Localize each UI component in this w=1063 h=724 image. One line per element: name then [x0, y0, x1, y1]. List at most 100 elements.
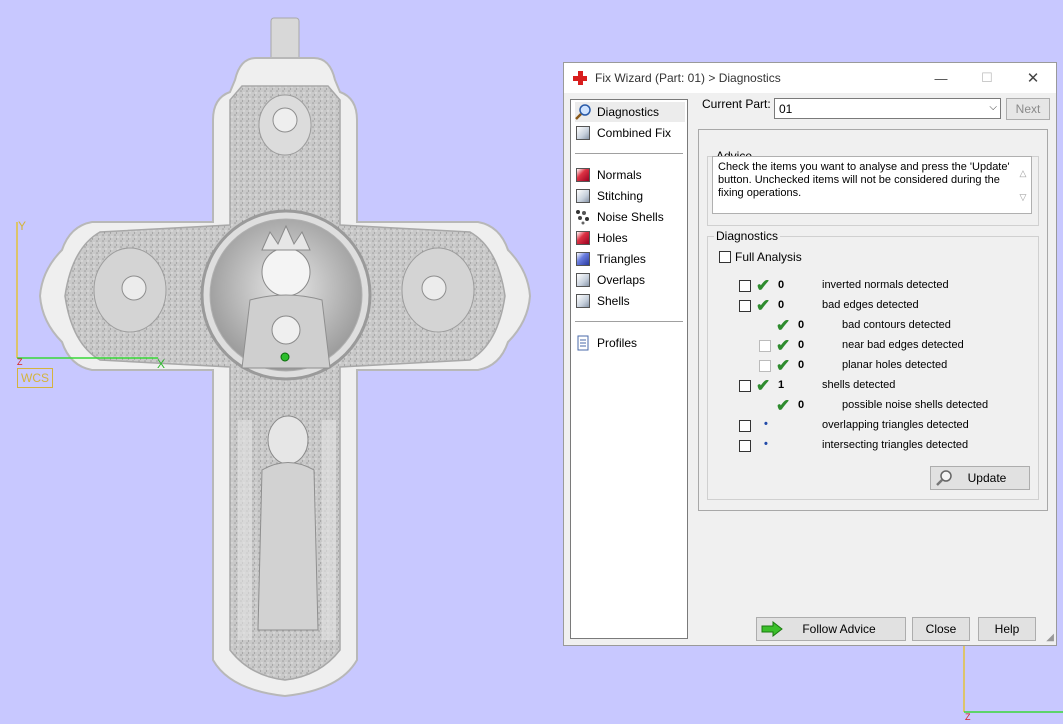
bad-edges-label: bad edges detected [822, 299, 919, 311]
sidebar-item-label: Normals [597, 168, 642, 182]
check-icon: ✔ [776, 396, 791, 415]
check-icon: ✔ [756, 296, 771, 315]
cube-icon [575, 125, 593, 141]
pendant-bail [270, 17, 300, 63]
sidebar-item-label: Stitching [597, 189, 644, 203]
current-part-select[interactable]: 01 ⌵ [774, 98, 1001, 119]
update-button[interactable]: Update [930, 466, 1030, 490]
scroll-down-icon[interactable]: ▽ [1017, 185, 1029, 209]
inverted-normals-checkbox[interactable] [739, 280, 751, 292]
diagnostics-panel: Advice Check the items you want to analy… [698, 129, 1048, 511]
axis-z-label: Z [17, 357, 23, 367]
dotted-cube-icon [575, 209, 593, 225]
inverted-normals-count: 0 [778, 279, 785, 291]
advice-scrollbar[interactable]: △ ▽ [1017, 161, 1029, 209]
axis-z-label-corner: Z [965, 712, 971, 722]
fix-wizard-window: Fix Wizard (Part: 01) > Diagnostics — ☐ … [563, 62, 1057, 646]
sidebar-item-profiles[interactable]: Profiles [575, 333, 641, 353]
maximize-button[interactable]: ☐ [964, 63, 1010, 93]
cube-icon [575, 272, 593, 288]
magnifier-icon [575, 104, 593, 120]
follow-advice-label: Follow Advice [802, 622, 876, 636]
sidebar-item-label: Noise Shells [597, 210, 664, 224]
sidebar-item-label: Triangles [597, 252, 646, 266]
wizard-sidebar: Diagnostics Combined Fix Normals Stitchi… [570, 99, 688, 639]
advice-text: Check the items you want to analyse and … [718, 161, 1010, 199]
sidebar-item-label: Diagnostics [597, 105, 660, 119]
sidebar-item-overlaps[interactable]: Overlaps [575, 270, 649, 290]
follow-advice-button[interactable]: Follow Advice [756, 617, 906, 641]
wcs-badge: WCS [17, 368, 53, 388]
axis-y-label: Y [18, 219, 27, 233]
planar-holes-checkbox[interactable] [759, 360, 771, 372]
check-icon: ✔ [776, 336, 791, 355]
close-button[interactable]: Close [912, 617, 970, 641]
advice-textbox: Check the items you want to analyse and … [712, 156, 1032, 214]
sidebar-item-label: Profiles [597, 336, 638, 350]
check-icon: ✔ [756, 276, 771, 295]
check-icon: ✔ [776, 356, 791, 375]
noise-shells-count: 0 [798, 399, 805, 411]
sidebar-item-label: Combined Fix [597, 126, 672, 140]
intersecting-triangles-status: • [764, 438, 768, 450]
current-part-label: Current Part: [702, 97, 771, 111]
close-window-button[interactable]: ✕ [1010, 63, 1056, 93]
advice-group: Advice Check the items you want to analy… [707, 149, 1039, 226]
check-icon: ✔ [756, 376, 771, 395]
current-part-value: 01 [779, 101, 793, 116]
full-analysis-checkbox[interactable] [719, 251, 731, 263]
planar-holes-label: planar holes detected [842, 359, 948, 371]
green-arrow-icon [761, 620, 783, 640]
cube-icon [575, 293, 593, 309]
cube-icon [575, 188, 593, 204]
overlapping-triangles-checkbox[interactable] [739, 420, 751, 432]
sidebar-divider [575, 321, 683, 322]
next-button[interactable]: Next [1006, 98, 1050, 120]
sidebar-item-holes[interactable]: Holes [575, 228, 632, 248]
sidebar-item-shells[interactable]: Shells [575, 291, 634, 311]
sidebar-item-triangles[interactable]: Triangles [575, 249, 650, 269]
sidebar-item-diagnostics[interactable]: Diagnostics [575, 102, 685, 122]
help-button[interactable]: Help [978, 617, 1036, 641]
red-cross-icon [573, 71, 587, 85]
inverted-normals-label: inverted normals detected [822, 279, 949, 291]
intersecting-triangles-checkbox[interactable] [739, 440, 751, 452]
title-bar[interactable]: Fix Wizard (Part: 01) > Diagnostics — ☐ … [564, 63, 1056, 93]
diagnostics-title: Diagnostics [714, 229, 781, 243]
full-analysis-label: Full Analysis [735, 250, 802, 264]
shells-count: 1 [778, 379, 785, 391]
sidebar-item-label: Holes [597, 231, 628, 245]
window-title: Fix Wizard (Part: 01) > Diagnostics [595, 71, 781, 85]
cross-model [38, 57, 532, 698]
sidebar-item-stitching[interactable]: Stitching [575, 186, 647, 206]
sidebar-item-noise-shells[interactable]: Noise Shells [575, 207, 668, 227]
axis-x-label: X [157, 357, 166, 371]
bad-edges-checkbox[interactable] [739, 300, 751, 312]
sidebar-item-normals[interactable]: Normals [575, 165, 646, 185]
blue-cube-icon [575, 251, 593, 267]
red-cube-icon [575, 167, 593, 183]
near-bad-edges-checkbox[interactable] [759, 340, 771, 352]
planar-holes-count: 0 [798, 359, 805, 371]
document-icon [575, 335, 593, 351]
check-icon: ✔ [776, 316, 791, 335]
noise-shells-label: possible noise shells detected [842, 399, 989, 411]
scroll-up-icon[interactable]: △ [1017, 161, 1029, 185]
sidebar-item-combined-fix[interactable]: Combined Fix [575, 123, 675, 143]
minimize-button[interactable]: — [918, 63, 964, 93]
shells-checkbox[interactable] [739, 380, 751, 392]
resize-grip-icon[interactable]: ◢ [1046, 632, 1054, 643]
overlapping-triangles-status: • [764, 418, 768, 430]
overlapping-triangles-label: overlapping triangles detected [822, 419, 969, 431]
bad-contours-count: 0 [798, 319, 805, 331]
bad-contours-label: bad contours detected [842, 319, 951, 331]
chevron-down-icon: ⌵ [989, 102, 997, 113]
update-button-label: Update [967, 471, 1007, 485]
intersecting-triangles-label: intersecting triangles detected [822, 439, 969, 451]
pivot-marker[interactable] [280, 352, 290, 362]
shells-label: shells detected [822, 379, 896, 391]
near-bad-edges-count: 0 [798, 339, 805, 351]
magnifier-icon [935, 470, 953, 489]
red-cube-icon [575, 230, 593, 246]
sidebar-item-label: Shells [597, 294, 630, 308]
